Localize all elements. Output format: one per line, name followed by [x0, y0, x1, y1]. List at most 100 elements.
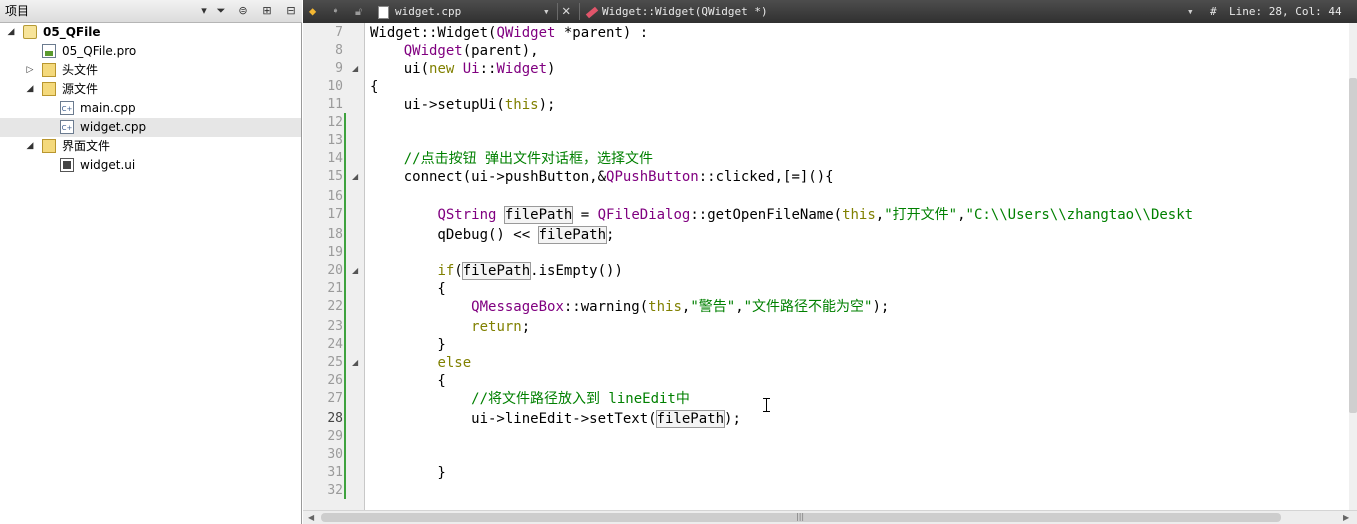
line-number-9: 9 [335, 61, 343, 76]
line-number-28: 28 [327, 411, 343, 426]
line-number-gutter: 7 8 9 ◢ 10 11 12 13 14 15 ◢ 16 17 18 19 20 ◢ 21 22 23 24 25 ◢ 2… [303, 23, 365, 510]
cpp-file-icon: C+ [60, 120, 74, 134]
file-icon [378, 5, 389, 19]
arrow-left-icon[interactable]: ◆ [309, 0, 316, 23]
filter-icon[interactable]: ⏷ [213, 3, 229, 19]
line-number-30: 30 [327, 447, 343, 462]
code-line-14-comment: //点击按钮 弹出文件对话框，选择文件 [370, 151, 653, 167]
tree-item-label: widget.ui [80, 158, 136, 172]
close-icon[interactable]: ✕ [562, 0, 570, 23]
collapsed-arrow-icon[interactable]: ▷ [25, 61, 35, 80]
text-cursor-ibeam [763, 398, 774, 412]
code-line-10: { [370, 79, 379, 95]
line-number-22: 22 [327, 299, 343, 314]
tree-item-label: 05_QFile.pro [62, 44, 137, 58]
vertical-scrollbar[interactable] [1349, 23, 1357, 510]
vertical-scroll-thumb[interactable] [1349, 78, 1357, 413]
line-number-25: 25 [327, 355, 343, 370]
symbol-selector[interactable]: Widget::Widget(QWidget *) [585, 0, 768, 23]
line-number-29: 29 [327, 429, 343, 444]
folder-icon [42, 139, 56, 153]
scroll-left-icon[interactable]: ◀ [308, 511, 314, 524]
cursor-position[interactable]: Line: 28, Col: 44 [1229, 0, 1342, 23]
ui-file-icon [60, 158, 74, 172]
line-number-26: 26 [327, 373, 343, 388]
fold-marker-icon[interactable]: ◢ [352, 60, 358, 78]
chevron-down-icon[interactable]: ▾ [1187, 0, 1194, 23]
line-number-31: 31 [327, 465, 343, 480]
tree-item-forms[interactable]: ◢ 界面文件 [0, 137, 301, 156]
tree-item-widget-ui[interactable]: widget.ui [0, 156, 301, 175]
expand-arrow-icon[interactable]: ◢ [25, 80, 35, 99]
code-line-26: { [370, 373, 446, 389]
line-number-13: 13 [327, 133, 343, 148]
line-number-12: 12 [327, 115, 343, 130]
tree-item-headers[interactable]: ▷ 头文件 [0, 61, 301, 80]
encoding-hash[interactable]: # [1210, 0, 1217, 23]
tree-item-label: 源文件 [62, 82, 99, 96]
line-number-8: 8 [335, 43, 343, 58]
project-pane-header: 项目 ▾ ⏷ ⊜ ⊞ ⊟ [0, 0, 302, 23]
folder-icon [42, 82, 56, 96]
line-number-27: 27 [327, 391, 343, 406]
line-number-19: 19 [327, 245, 343, 260]
line-number-21: 21 [327, 281, 343, 296]
line-number-24: 24 [327, 337, 343, 352]
scroll-right-icon[interactable]: ▶ [1343, 511, 1349, 524]
code-editor[interactable]: Widget::Widget(QWidget *parent) : QWidge… [370, 23, 1357, 510]
document-name: widget.cpp [395, 5, 462, 18]
tree-item-label: 头文件 [62, 63, 99, 77]
tree-item-widget-cpp[interactable]: C+ widget.cpp [0, 118, 301, 137]
split-icon[interactable]: ⊞ [259, 3, 275, 19]
lock-icon: 🔓︎ [355, 5, 363, 18]
filepath-highlight: filePath [461, 262, 532, 280]
folder-icon [42, 63, 56, 77]
code-line-23: return; [471, 319, 531, 335]
expand-arrow-icon[interactable]: ◢ [25, 137, 35, 156]
tree-item-label: 界面文件 [62, 139, 111, 153]
code-line-25: else [437, 355, 472, 371]
project-tree: ◢ 05_QFile 05_QFile.pro ▷ 头文件 ◢ 源文件 C+ m… [0, 23, 302, 524]
line-number-32: 32 [327, 483, 343, 498]
tree-item-label: 05_QFile [43, 25, 101, 39]
fold-marker-icon[interactable]: ◢ [352, 354, 358, 372]
code-line-24: } [370, 337, 446, 353]
filepath-highlight: filePath [503, 206, 574, 224]
tree-item-sources[interactable]: ◢ 源文件 [0, 80, 301, 99]
project-pane-title: 项目 [5, 4, 30, 18]
tree-item-main-cpp[interactable]: C+ main.cpp [0, 99, 301, 118]
line-number-18: 18 [327, 227, 343, 242]
line-number-17: 17 [327, 207, 343, 222]
document-selector[interactable]: widget.cpp [378, 0, 461, 23]
arrow-right-icon[interactable]: ➧ [332, 0, 339, 23]
tree-item-label: main.cpp [80, 101, 136, 115]
code-line-15: connect(ui->pushButton,&QPushButton::cli… [370, 169, 834, 185]
pro-file-icon [42, 44, 56, 58]
chevron-down-icon[interactable]: ▾ [543, 0, 550, 23]
pane-dropdown-icon[interactable]: ▾ [196, 3, 212, 19]
change-marker [344, 113, 346, 499]
line-number-7: 7 [335, 25, 343, 40]
code-line-20: if(filePath.isEmpty()) [437, 262, 623, 280]
close-pane-icon[interactable]: ⊟ [283, 3, 299, 19]
code-line-7: Widget::Widget(QWidget *parent) : [370, 25, 649, 41]
fold-marker-icon[interactable]: ◢ [352, 168, 358, 186]
code-line-21: { [370, 281, 446, 297]
expand-arrow-icon[interactable]: ◢ [6, 23, 16, 42]
filepath-highlight: filePath [537, 226, 608, 244]
code-line-8: QWidget(parent), [403, 43, 539, 59]
link-icon[interactable]: ⊜ [235, 3, 251, 19]
code-line-28: ui->lineEdit->setText(filePath); [370, 410, 741, 428]
code-line-31: } [370, 465, 446, 481]
filepath-highlight: filePath [655, 410, 726, 428]
line-number-11: 11 [327, 97, 343, 112]
fold-marker-icon[interactable]: ◢ [352, 262, 358, 280]
code-line-27-comment: //将文件路径放入到 lineEdit中 [370, 391, 690, 407]
tree-item-label: widget.cpp [80, 120, 147, 134]
tree-item-pro-file[interactable]: 05_QFile.pro [0, 42, 301, 61]
tree-item-project[interactable]: ◢ 05_QFile [0, 23, 301, 42]
code-line-22: QMessageBox::warning(this,"警告","文件路径不能为空… [471, 299, 890, 315]
symbol-name: Widget::Widget(QWidget *) [602, 5, 768, 18]
project-icon [23, 25, 37, 39]
horizontal-scrollbar[interactable]: ◀ ||| ▶ [303, 510, 1357, 524]
